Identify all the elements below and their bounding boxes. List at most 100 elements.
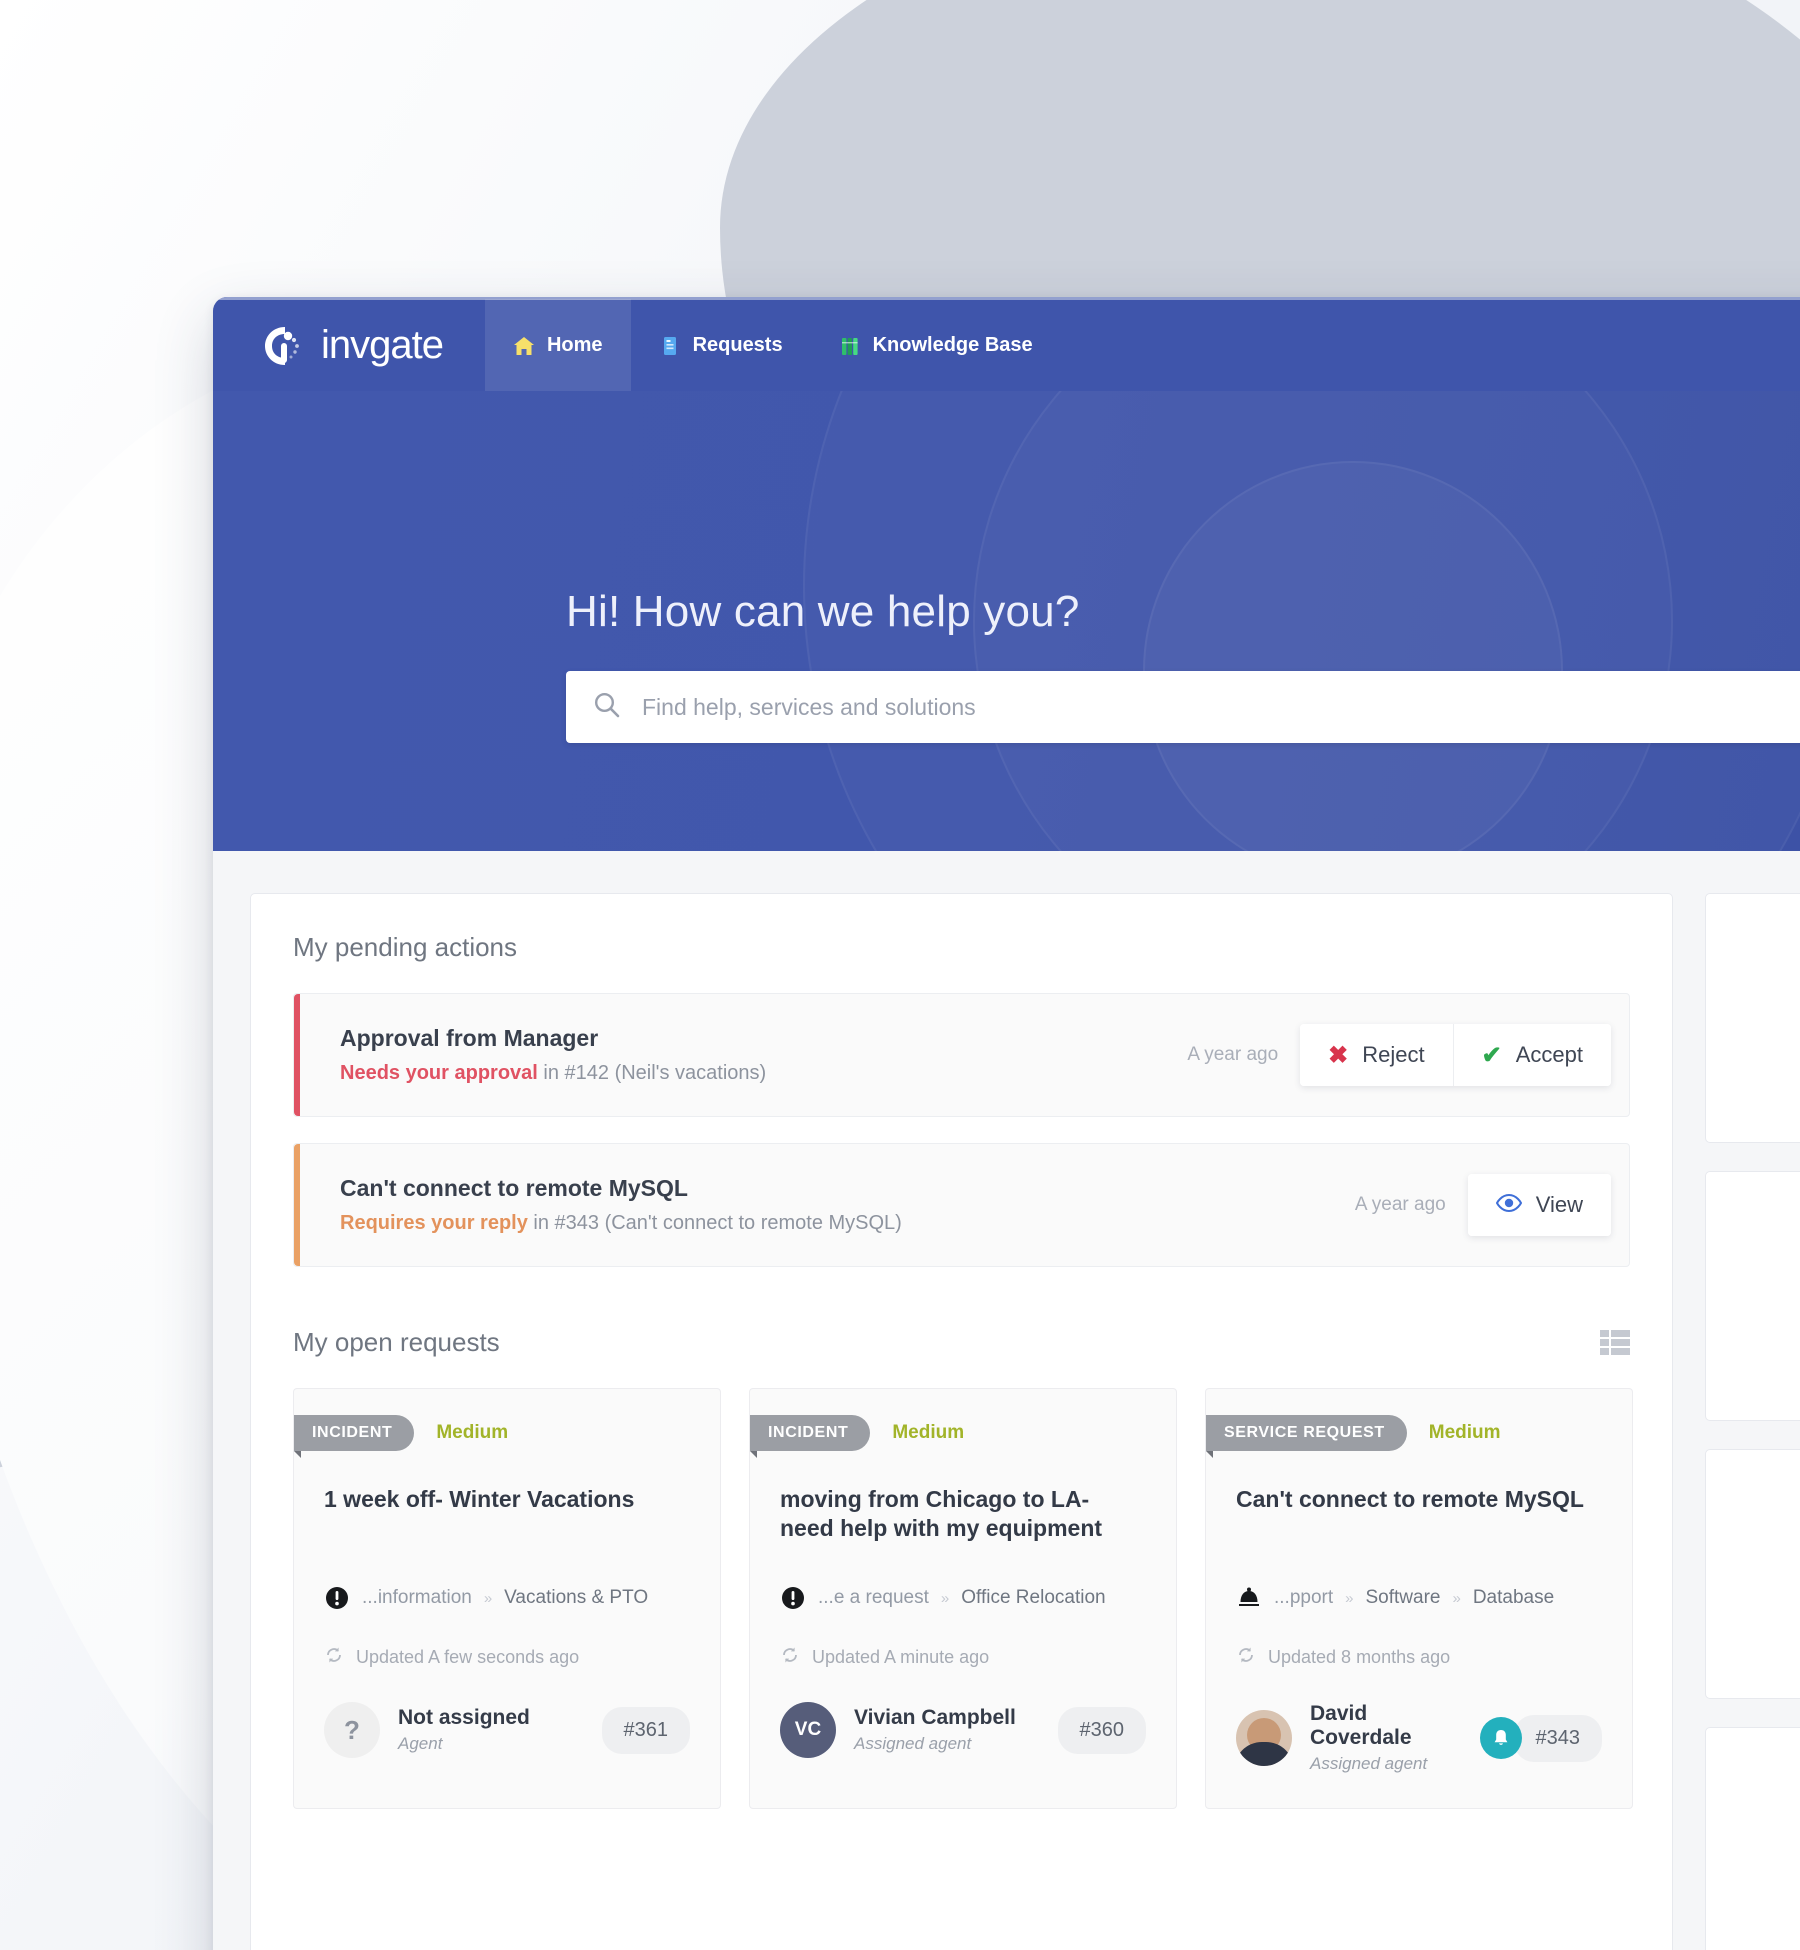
accept-icon: ✔: [1481, 1041, 1502, 1069]
accept-button-label: Accept: [1515, 1042, 1583, 1067]
search-input[interactable]: [642, 693, 1800, 721]
request-id: #361: [601, 1706, 690, 1754]
request-path-segment: ...e a request: [818, 1587, 929, 1608]
request-updated: Updated A minute ago: [780, 1645, 1146, 1670]
content-area: My pending actions Approval from Manager…: [213, 851, 1800, 1950]
avatar: ?: [324, 1702, 380, 1758]
avatar: VC: [780, 1702, 836, 1758]
path-separator-icon: »: [1345, 1589, 1354, 1607]
list-view-icon[interactable]: [1600, 1329, 1630, 1356]
search-bar[interactable]: [566, 671, 1800, 743]
request-footer: ? Not assigned Agent #361: [324, 1702, 690, 1758]
request-type-tag: INCIDENT: [294, 1415, 415, 1458]
home-icon: [513, 335, 535, 357]
request-footer: VC Vivian Campbell Assigned agent #360: [780, 1702, 1146, 1758]
view-button[interactable]: View: [1467, 1174, 1611, 1236]
app-window: invgate Home Requests Knowledge Base Hi!…: [213, 297, 1800, 1950]
avatar: [1236, 1710, 1292, 1766]
agent-role: Agent: [398, 1734, 443, 1753]
request-updated: Updated A few seconds ago: [324, 1645, 690, 1670]
service-bell-icon: [1236, 1585, 1262, 1611]
request-category-path: ...e a request » Office Relocation: [780, 1585, 1146, 1611]
request-priority: Medium: [436, 1422, 509, 1443]
pending-action-row[interactable]: Approval from Manager Needs your approva…: [293, 993, 1630, 1117]
pending-action-detail: in #343 (Can't connect to remote MySQL): [527, 1212, 902, 1234]
pending-action-timestamp: A year ago: [1187, 1044, 1279, 1065]
accept-button[interactable]: ✔ Accept: [1452, 1024, 1611, 1086]
eye-icon: [1495, 1191, 1522, 1219]
hero-title: Hi! How can we help you?: [566, 587, 1080, 636]
request-priority: Medium: [1428, 1422, 1501, 1443]
avatar-initials: ?: [344, 1714, 360, 1745]
pending-action-row[interactable]: Can't connect to remote MySQL Requires y…: [293, 1143, 1630, 1267]
agent-name: Not assigned: [398, 1706, 530, 1729]
pending-action-subtitle: Requires your reply in #343 (Can't conne…: [340, 1212, 1355, 1235]
pending-action-detail: in #142 (Neil's vacations): [537, 1062, 767, 1084]
request-category-path: ...information » Vacations & PTO: [324, 1585, 690, 1611]
request-card[interactable]: INCIDENT Medium 1 week off- Winter Vacat…: [293, 1388, 721, 1809]
page-background: invgate Home Requests Knowledge Base Hi!…: [0, 0, 1800, 1950]
pending-action-title: Approval from Manager: [340, 1025, 599, 1051]
top-navbar: invgate Home Requests Knowledge Base: [213, 297, 1800, 393]
request-updated-label: Updated A few seconds ago: [356, 1647, 580, 1667]
document-icon: [659, 335, 681, 357]
request-title: Can't connect to remote MySQL: [1236, 1486, 1584, 1512]
open-requests-title: My open requests: [293, 1327, 500, 1357]
main-panel: My pending actions Approval from Manager…: [250, 893, 1673, 1950]
request-id: #343: [1513, 1714, 1602, 1762]
open-requests-header: My open requests: [293, 1327, 1630, 1358]
request-card[interactable]: SERVICE REQUEST Medium Can't connect to …: [1205, 1388, 1633, 1809]
pending-actions-header: My pending actions: [293, 932, 1630, 963]
rail-card-support[interactable]: [1705, 1727, 1800, 1950]
request-id: #360: [1057, 1706, 1146, 1754]
decorative-blob-left: [0, 590, 230, 1470]
pending-action-title: Can't connect to remote MySQL: [340, 1175, 688, 1201]
agent-role: Assigned agent: [1310, 1754, 1428, 1773]
request-path-segment: ...information: [362, 1587, 472, 1608]
nav-item-requests[interactable]: Requests: [631, 299, 811, 393]
nav-item-home[interactable]: Home: [484, 298, 631, 393]
avatar-initials: VC: [794, 1719, 822, 1740]
pending-action-status: Requires your reply: [340, 1212, 528, 1234]
pending-action-status: Needs your approval: [340, 1062, 538, 1084]
reject-button-label: Reject: [1362, 1042, 1425, 1067]
request-priority: Medium: [892, 1422, 965, 1443]
agent-name: David Coverdale: [1310, 1702, 1412, 1749]
request-category-path: ...pport » Software » Database: [1236, 1585, 1602, 1611]
refresh-icon: [1236, 1645, 1256, 1670]
open-requests-cards: INCIDENT Medium 1 week off- Winter Vacat…: [293, 1388, 1633, 1809]
reject-icon: ✖: [1328, 1041, 1349, 1069]
request-updated-label: Updated 8 months ago: [1268, 1647, 1451, 1667]
request-type-tag: INCIDENT: [750, 1415, 871, 1458]
request-path-segment: Office Relocation: [961, 1587, 1106, 1608]
request-path-segment: Database: [1472, 1587, 1555, 1608]
rail-card-monitor[interactable]: [1705, 1449, 1800, 1699]
nav-item-requests-label: Requests: [692, 334, 783, 356]
request-card[interactable]: INCIDENT Medium moving from Chicago to L…: [749, 1388, 1177, 1809]
request-title: moving from Chicago to LA- need help wit…: [780, 1486, 1103, 1542]
request-path-segment: Software: [1365, 1587, 1441, 1608]
brand-name: invgate: [321, 323, 444, 367]
rail-card-send-message[interactable]: [1705, 1171, 1800, 1421]
nav-item-knowledge-base[interactable]: Knowledge Base: [811, 299, 1061, 393]
nav-item-knowledge-base-label: Knowledge Base: [872, 334, 1033, 356]
pending-actions-title: My pending actions: [293, 932, 518, 962]
path-separator-icon: »: [1452, 1589, 1461, 1607]
view-button-label: View: [1535, 1192, 1583, 1217]
rail-card-forms[interactable]: [1705, 893, 1800, 1143]
right-rail: [1705, 893, 1800, 1950]
hero-section: Hi! How can we help you?: [213, 391, 1800, 851]
refresh-icon: [780, 1645, 800, 1670]
request-path-segment: Vacations & PTO: [504, 1587, 649, 1608]
nav-items: Home Requests Knowledge Base: [484, 298, 1061, 393]
agent-name: Vivian Campbell: [854, 1706, 1016, 1729]
brand-logo[interactable]: invgate: [261, 323, 444, 369]
incident-icon: [780, 1585, 806, 1611]
incident-icon: [324, 1585, 350, 1611]
request-footer: David Coverdale Assigned agent #343: [1236, 1702, 1602, 1774]
pending-action-subtitle: Needs your approval in #142 (Neil's vaca…: [340, 1062, 1187, 1085]
pending-action-buttons: ✖ Reject ✔ Accept: [1300, 1024, 1611, 1086]
bell-icon[interactable]: [1479, 1717, 1522, 1759]
refresh-icon: [324, 1645, 344, 1670]
reject-button[interactable]: ✖ Reject: [1300, 1024, 1453, 1086]
